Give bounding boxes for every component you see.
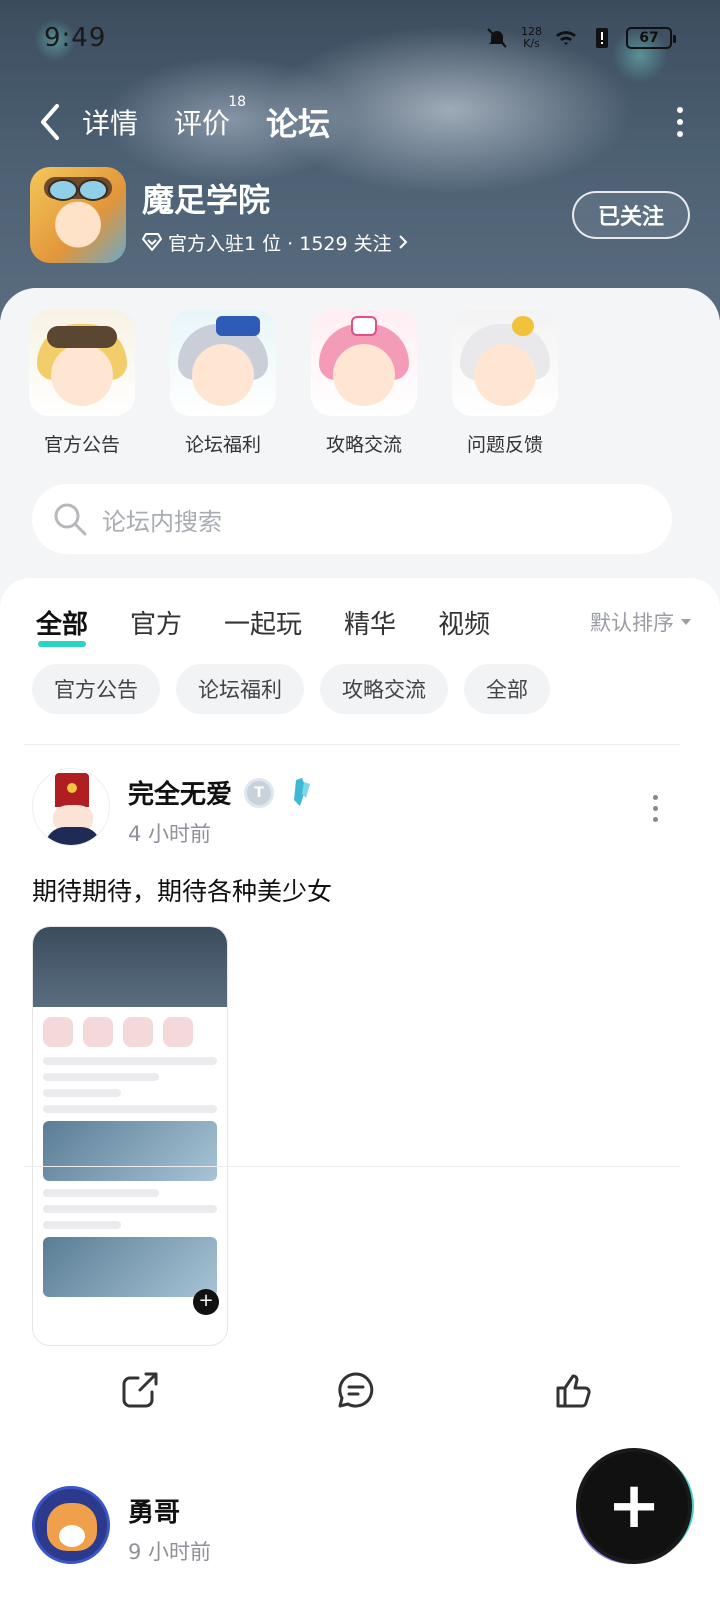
plus-icon: + <box>607 1469 661 1543</box>
forum-search-input[interactable]: 论坛内搜索 <box>32 484 672 554</box>
post-image[interactable]: + <box>32 926 228 1346</box>
game-icon <box>30 167 126 263</box>
category-shortcuts: 官方公告 论坛福利 攻略交流 问题反馈 <box>28 310 692 457</box>
game-subtitle[interactable]: 官方入驻1 位 · 1529 关注 <box>142 229 408 256</box>
alert-icon <box>596 28 608 48</box>
feed-tab-all[interactable]: 全部 <box>36 604 88 647</box>
post-author[interactable]: 完全无爱 T <box>128 774 316 811</box>
like-icon[interactable] <box>552 1368 596 1412</box>
category-forum-benefits[interactable]: 论坛福利 <box>169 310 277 457</box>
level-badge-icon: T <box>244 777 275 808</box>
post-actions <box>0 1368 720 1438</box>
tab-reviews-label: 评价 <box>174 107 231 140</box>
wifi-icon <box>556 31 576 45</box>
comment-icon[interactable] <box>334 1368 378 1412</box>
tab-forum[interactable]: 论坛 <box>266 99 330 145</box>
sort-dropdown[interactable]: 默认排序 <box>590 607 692 637</box>
avatar[interactable] <box>32 768 110 846</box>
battery-indicator: 67 <box>626 27 676 49</box>
search-icon <box>54 503 87 536</box>
avatar[interactable] <box>32 1486 110 1564</box>
feed-tab-play-together[interactable]: 一起玩 <box>224 604 302 641</box>
net-speed-unit: K/s <box>523 37 540 50</box>
game-title: 魔足学院 <box>142 180 271 219</box>
category-image <box>452 310 558 416</box>
feed-tabs: 全部 官方 一起玩 精华 视频 默认排序 <box>36 600 692 647</box>
crystal-badge-icon <box>294 777 311 806</box>
status-bar: 9:49 128 K/s 67 <box>44 18 676 58</box>
status-time: 9:49 <box>44 23 107 53</box>
feed-tab-featured[interactable]: 精华 <box>344 604 396 641</box>
net-speed: 128 K/s <box>521 26 542 50</box>
post-time: 9 小时前 <box>128 1540 212 1564</box>
game-subtitle-text: 官方入驻1 位 · 1529 关注 <box>168 232 392 255</box>
follow-button[interactable]: 已关注 <box>572 191 690 239</box>
tab-reviews[interactable]: 评价 18 <box>174 94 246 142</box>
create-post-button[interactable]: + <box>580 1452 688 1560</box>
back-button[interactable] <box>30 100 70 144</box>
post-text: 期待期待，期待各种美少女 <box>32 877 333 906</box>
forum-sheet: 官方公告 论坛福利 攻略交流 问题反馈 论坛内搜索 全部 官方 一起玩 精华 视… <box>0 288 720 1602</box>
reviews-count-badge: 18 <box>228 94 247 110</box>
chevron-left-icon <box>41 104 59 140</box>
chip-all[interactable]: 全部 <box>464 664 550 714</box>
category-official-announcement[interactable]: 官方公告 <box>28 310 136 457</box>
chip-forum-benefits[interactable]: 论坛福利 <box>176 664 304 714</box>
tab-details[interactable]: 详情 <box>82 102 138 142</box>
post-feed: 全部 官方 一起玩 精华 视频 默认排序 官方公告 论坛福利 攻略交流 全部 完… <box>0 578 720 1602</box>
divider <box>24 744 680 745</box>
post-time: 4 小时前 <box>128 822 212 846</box>
post-author-name: 勇哥 <box>128 1498 181 1528</box>
more-options-button[interactable] <box>670 102 690 142</box>
post-author[interactable]: 勇哥 <box>128 1492 180 1529</box>
chip-official-announcement[interactable]: 官方公告 <box>32 664 160 714</box>
top-nav: 详情 评价 18 论坛 <box>30 92 690 152</box>
diamond-icon <box>142 233 162 251</box>
category-label: 问题反馈 <box>466 434 543 456</box>
post-author-name: 完全无爱 <box>128 780 233 810</box>
category-label: 官方公告 <box>43 434 120 456</box>
filter-chips: 官方公告 论坛福利 攻略交流 全部 <box>32 664 550 714</box>
category-image <box>311 310 417 416</box>
post-more-button[interactable] <box>650 792 660 824</box>
category-label: 攻略交流 <box>325 434 402 456</box>
search-placeholder: 论坛内搜索 <box>102 507 222 536</box>
category-image <box>29 310 135 416</box>
category-label: 论坛福利 <box>184 434 261 456</box>
chip-strategy[interactable]: 攻略交流 <box>320 664 448 714</box>
category-image <box>170 310 276 416</box>
chevron-right-icon <box>398 235 408 249</box>
feed-tab-official[interactable]: 官方 <box>130 604 182 641</box>
feed-tab-video[interactable]: 视频 <box>438 604 490 641</box>
divider <box>24 1166 680 1167</box>
bell-muted-icon <box>487 28 507 48</box>
share-icon[interactable] <box>118 1368 162 1412</box>
category-feedback[interactable]: 问题反馈 <box>451 310 559 457</box>
caret-down-icon <box>681 619 691 625</box>
sort-label: 默认排序 <box>590 611 674 635</box>
game-info: 魔足学院 官方入驻1 位 · 1529 关注 已关注 <box>30 165 690 265</box>
status-icons: 128 K/s 67 <box>485 26 676 50</box>
category-strategy[interactable]: 攻略交流 <box>310 310 418 457</box>
